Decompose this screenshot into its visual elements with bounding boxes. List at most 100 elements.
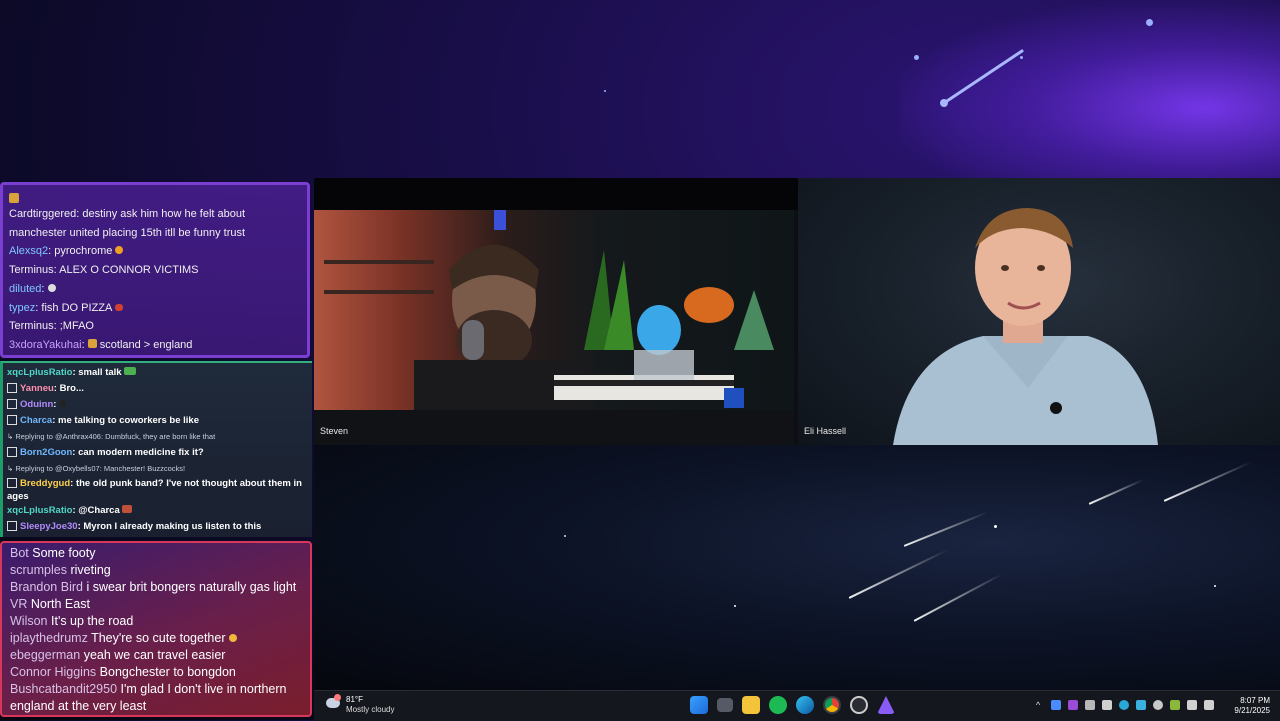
chat-username[interactable]: 3xdoraYakuhai: [9, 339, 82, 351]
volume-icon[interactable]: [1204, 700, 1214, 710]
obs-icon[interactable]: [850, 696, 868, 714]
clock-time: 8:07 PM: [1240, 696, 1270, 705]
emote-icon: [114, 303, 123, 311]
chat-message: Yanneu: Bro...: [7, 381, 312, 397]
system-tray: ^: [1036, 700, 1214, 710]
chat-username[interactable]: Yanneu: [20, 383, 54, 394]
chat-message: Connor Higgins Bongchester to bongdon: [10, 664, 310, 681]
chat-username[interactable]: Bot: [10, 546, 29, 560]
file-explorer-icon[interactable]: [742, 696, 760, 714]
chat-username[interactable]: Alexsq2: [9, 245, 48, 257]
chat-username[interactable]: Oduinn: [20, 399, 53, 410]
chat-text: ;MFAO: [59, 320, 94, 333]
chat-username[interactable]: xqcLplusRatio: [7, 367, 72, 378]
tray-app-icon[interactable]: [1119, 700, 1129, 710]
star: [604, 90, 606, 92]
weather-widget[interactable]: [326, 694, 344, 711]
reply-context: ↳ Replying to @Anthrax406: Dumbfuck, the…: [7, 432, 216, 441]
chat-text: can modern medicine fix it?: [78, 447, 204, 458]
chat-username[interactable]: scrumples: [10, 563, 67, 577]
chat-username[interactable]: Breddygud: [20, 478, 70, 489]
chat-message: Terminus: ALEX O CONNOR VICTIMS: [9, 264, 199, 277]
chat-message: Charca: me talking to coworkers be like: [7, 413, 312, 429]
chat-username[interactable]: VR: [10, 597, 27, 611]
chat-username[interactable]: Wilson: [10, 614, 48, 628]
chat-message: Brandon Bird i swear brit bongers natura…: [10, 579, 310, 596]
chat-username[interactable]: Bushcatbandit2950: [10, 682, 117, 696]
tray-app-icon[interactable]: [1153, 700, 1163, 710]
chat-text: ALEX O CONNOR VICTIMS: [59, 264, 199, 277]
tray-app-icon[interactable]: [1170, 700, 1180, 710]
chat-panel-top[interactable]: Cardtirggered: destiny ask him how he fe…: [0, 182, 310, 358]
tray-app-icon[interactable]: [1085, 700, 1095, 710]
webcam-feed-eli: [893, 208, 1158, 445]
emote-icon: [87, 338, 97, 348]
chat-text: Bongchester to bongdon: [99, 665, 236, 679]
chat-message: Born2Goon: can modern medicine fix it?: [7, 445, 312, 461]
webcam-feed-steven: [324, 210, 774, 410]
windows-taskbar: 81°F Mostly cloudy ^ 8:07 PM 9/21/2025: [314, 690, 1280, 721]
chat-text: pyrochrome: [54, 245, 113, 258]
network-icon[interactable]: [1187, 700, 1197, 710]
tray-app-icon[interactable]: [1068, 700, 1078, 710]
chat-message: xqcLplusRatio: small talk: [7, 365, 312, 381]
windows-start-icon[interactable]: [690, 696, 708, 714]
chat-username[interactable]: diluted: [9, 283, 41, 295]
chat-text: i swear brit bongers naturally gas light: [86, 580, 297, 594]
chat-panel-middle[interactable]: xqcLplusRatio: small talk Yanneu: Bro...…: [0, 361, 312, 537]
edge-icon[interactable]: [796, 696, 814, 714]
tray-app-icon[interactable]: [1051, 700, 1061, 710]
chat-username[interactable]: SleepyJoe30: [20, 521, 78, 532]
chat-message: Breddygud: the old punk band? I've not t…: [7, 478, 302, 502]
badge-icon: [7, 521, 17, 532]
chat-username[interactable]: Born2Goon: [20, 447, 72, 458]
weather-condition: Mostly cloudy: [346, 705, 395, 714]
chat-username[interactable]: xqcLplusRatio: [7, 505, 72, 516]
meteor: [848, 548, 949, 599]
chat-panel-bottom[interactable]: Bot Some footy scrumples riveting Brando…: [0, 541, 312, 717]
chat-username[interactable]: Charca: [20, 415, 52, 426]
task-view-icon[interactable]: [717, 698, 733, 712]
chat-text: @Charca: [78, 505, 120, 516]
chat-username[interactable]: Terminus: [9, 264, 54, 276]
chat-text: yeah we can travel easier: [83, 648, 226, 662]
app-purple-icon[interactable]: [877, 696, 895, 714]
badge-icon: [9, 193, 19, 204]
star: [1214, 585, 1216, 587]
video-tile-eli[interactable]: [798, 178, 1280, 445]
taskbar-clock[interactable]: 8:07 PM 9/21/2025: [1234, 696, 1270, 716]
badge-icon: [7, 399, 17, 410]
chat-message: SleepyJoe30: Myron I already making us l…: [7, 519, 312, 535]
badge-icon: [7, 447, 17, 458]
smile-emoji-icon: [228, 634, 237, 642]
chat-username[interactable]: typez: [9, 302, 35, 314]
chat-message: xqcLplusRatio: @Charca: [7, 503, 312, 519]
emote-icon: [124, 367, 137, 375]
chat-username[interactable]: Terminus: [9, 320, 54, 332]
chat-message: diluted:: [9, 280, 301, 299]
chat-text: fish DO PIZZA: [41, 301, 112, 314]
sun-icon: [334, 694, 341, 701]
video-tile-steven[interactable]: [314, 210, 794, 410]
weather-text[interactable]: 81°F Mostly cloudy: [346, 695, 394, 715]
chat-text: scotland > england: [99, 338, 193, 351]
steam-icon[interactable]: [1102, 700, 1112, 710]
tray-app-icon[interactable]: [1136, 700, 1146, 710]
chat-username[interactable]: Brandon Bird: [10, 580, 83, 594]
chrome-icon[interactable]: [823, 696, 841, 714]
taskbar-apps: [690, 696, 895, 714]
spotify-icon[interactable]: [769, 696, 787, 714]
chat-message: ebeggerman yeah we can travel easier: [10, 647, 310, 664]
chat-username[interactable]: Cardtirggered: [9, 208, 76, 220]
shooting-star: [940, 49, 1024, 107]
chat-message: Terminus: ;MFAO: [9, 320, 94, 333]
chat-username[interactable]: iplaythedrumz: [10, 631, 88, 645]
chat-username[interactable]: ebeggerman: [10, 648, 80, 662]
chat-username[interactable]: Connor Higgins: [10, 665, 96, 679]
chevron-up-icon[interactable]: ^: [1036, 700, 1044, 710]
chat-message: 3xdoraYakuhai: scotland > england: [9, 338, 193, 351]
chat-message: Cardtirggered: destiny ask him how he fe…: [9, 208, 246, 239]
chat-message: typez: fish DO PIZZA: [9, 299, 301, 318]
emote-icon: [47, 283, 56, 292]
badge-icon: [7, 478, 17, 489]
